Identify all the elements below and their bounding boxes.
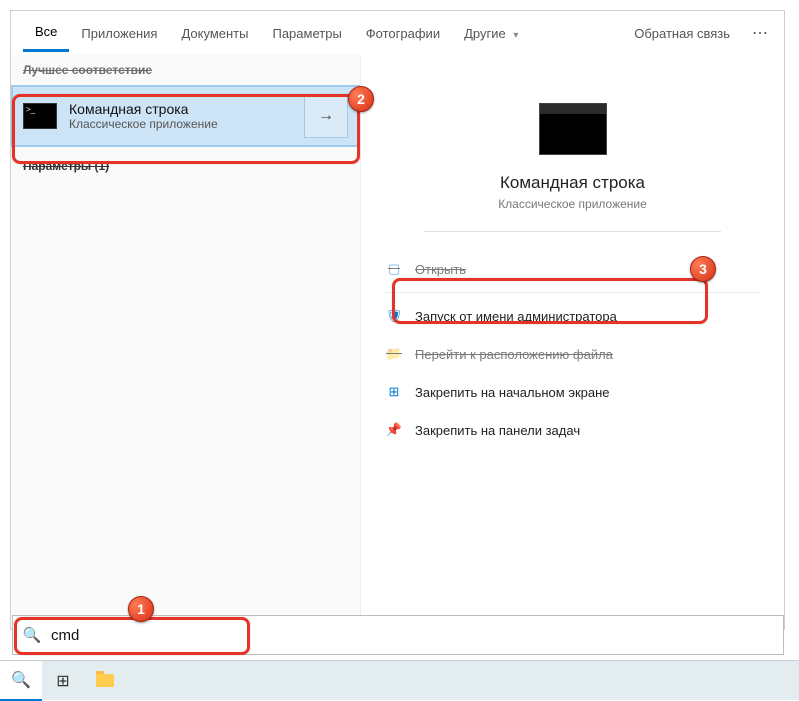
search-icon: 🔍 xyxy=(13,626,51,644)
tab-apps[interactable]: Приложения xyxy=(69,16,169,51)
tab-docs[interactable]: Документы xyxy=(169,16,260,51)
taskbar: 🔍 ⊞ xyxy=(0,660,799,700)
expand-arrow-button[interactable]: → xyxy=(304,94,348,138)
admin-icon: 🛡 xyxy=(385,308,403,324)
best-match-section-header: Лучшее соответствие xyxy=(11,55,360,85)
taskbar-search-button[interactable]: 🔍 xyxy=(0,661,42,701)
best-match-text: Командная строка Классическое приложение xyxy=(69,101,304,131)
tab-more-label: Другие xyxy=(464,26,506,41)
action-pin-start[interactable]: ⊞ Закрепить на начальном экране xyxy=(361,373,784,411)
taskbar-taskview-button[interactable]: ⊞ xyxy=(42,661,84,701)
best-match-title: Командная строка xyxy=(69,101,304,117)
action-open-location[interactable]: 📁 Перейти к расположению файла xyxy=(361,335,784,373)
results-left-panel: Лучшее соответствие Командная строка Кла… xyxy=(11,55,361,629)
best-match-subtitle: Классическое приложение xyxy=(69,117,304,131)
action-pin-taskbar-label: Закрепить на панели задач xyxy=(415,423,580,438)
tab-all[interactable]: Все xyxy=(23,14,69,52)
preview-cmd-icon xyxy=(539,103,607,155)
tab-more[interactable]: Другие ▾ xyxy=(452,16,530,51)
actions-separator xyxy=(385,292,760,293)
search-window: Все Приложения Документы Параметры Фотог… xyxy=(10,10,785,630)
tab-settings[interactable]: Параметры xyxy=(260,16,353,51)
pin-start-icon: ⊞ xyxy=(385,384,403,400)
results-area: Лучшее соответствие Командная строка Кла… xyxy=(11,55,784,629)
arrow-right-icon: → xyxy=(318,107,334,125)
action-open-location-label: Перейти к расположению файла xyxy=(415,347,613,362)
preview-title: Командная строка xyxy=(500,173,645,193)
open-icon: ▢ xyxy=(385,261,403,277)
action-run-admin[interactable]: 🛡 Запуск от имени администратора xyxy=(361,297,784,335)
action-pin-start-label: Закрепить на начальном экране xyxy=(415,385,610,400)
action-open[interactable]: ▢ Открыть xyxy=(361,250,784,288)
pin-taskbar-icon: 📌 xyxy=(385,422,403,438)
preview-separator xyxy=(424,231,720,232)
tab-photos[interactable]: Фотографии xyxy=(354,16,452,51)
best-match-item[interactable]: Командная строка Классическое приложение… xyxy=(11,85,360,147)
actions-list: ▢ Открыть 🛡 Запуск от имени администрато… xyxy=(361,250,784,449)
folder-icon: 📁 xyxy=(385,346,403,362)
chevron-down-icon: ▾ xyxy=(513,30,518,41)
tabs-bar: Все Приложения Документы Параметры Фотог… xyxy=(11,11,784,55)
more-button[interactable]: ⋯ xyxy=(738,13,784,53)
folder-icon xyxy=(96,674,114,687)
taskbar-explorer-button[interactable] xyxy=(84,661,126,701)
settings-section-header: Параметры (1) xyxy=(11,153,360,179)
taskview-icon: ⊞ xyxy=(56,671,69,691)
preview-panel: Командная строка Классическое приложение… xyxy=(361,55,784,629)
search-bar[interactable]: 🔍 xyxy=(12,615,784,655)
action-pin-taskbar[interactable]: 📌 Закрепить на панели задач xyxy=(361,411,784,449)
feedback-link[interactable]: Обратная связь xyxy=(626,16,738,51)
search-input[interactable] xyxy=(51,616,783,654)
action-run-admin-label: Запуск от имени администратора xyxy=(415,309,617,324)
preview-subtitle: Классическое приложение xyxy=(498,197,647,211)
cmd-icon xyxy=(23,103,57,129)
action-open-label: Открыть xyxy=(415,262,466,277)
search-icon: 🔍 xyxy=(11,670,31,690)
